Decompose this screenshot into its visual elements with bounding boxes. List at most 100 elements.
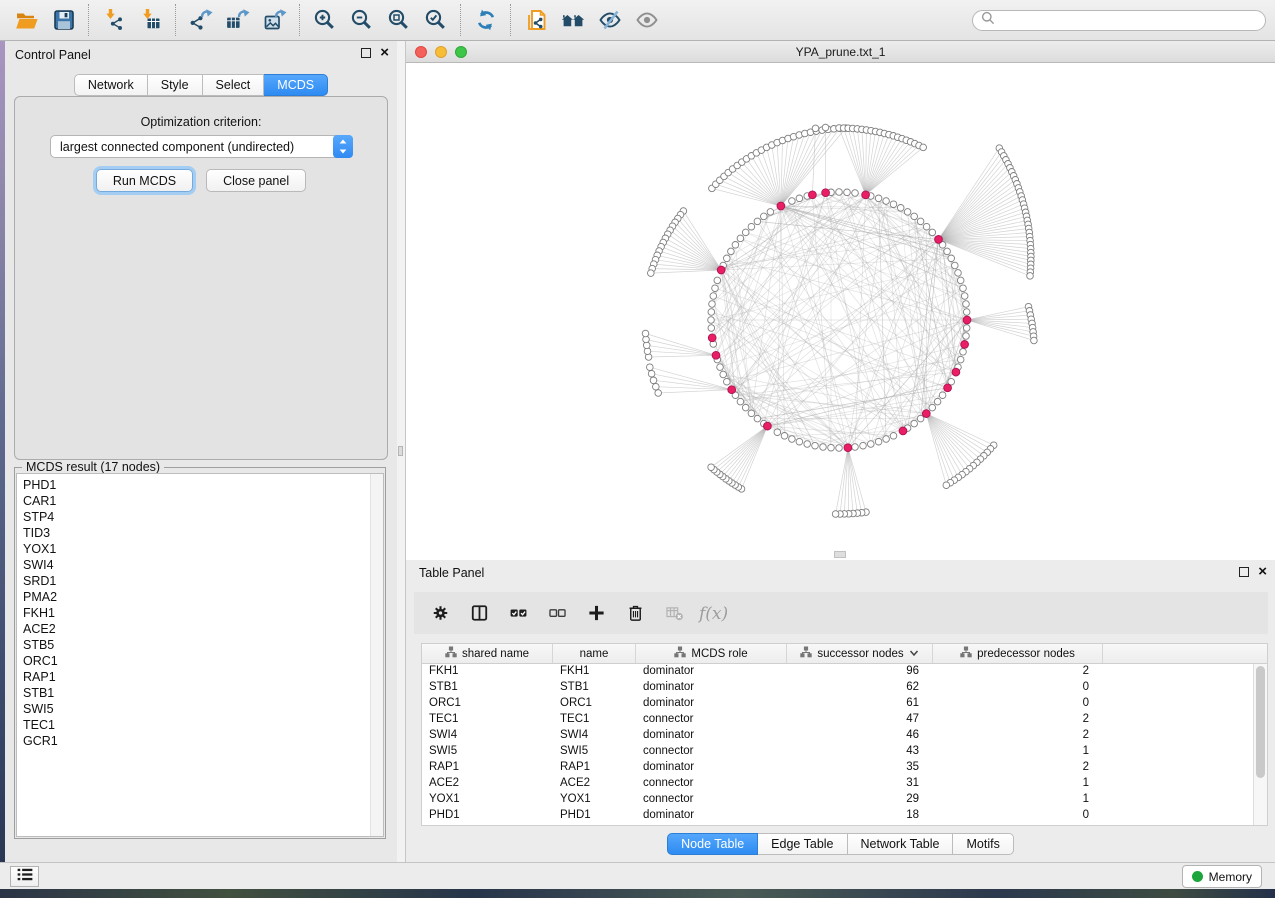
network-node[interactable] [883, 198, 890, 205]
network-node[interactable] [789, 436, 796, 443]
search-input[interactable] [1000, 14, 1257, 28]
mcds-node[interactable] [712, 351, 720, 359]
network-node[interactable] [920, 144, 927, 151]
network-node[interactable] [944, 248, 951, 255]
network-node[interactable] [860, 442, 867, 449]
network-node[interactable] [875, 195, 882, 202]
run-mcds-button[interactable]: Run MCDS [96, 169, 193, 192]
task-history-button[interactable] [10, 866, 39, 887]
memory-button[interactable]: Memory [1182, 865, 1262, 888]
network-node[interactable] [647, 364, 654, 371]
mcds-node[interactable] [944, 384, 952, 392]
network-node[interactable] [728, 248, 735, 255]
mcds-node[interactable] [935, 236, 943, 244]
mcds-node[interactable] [764, 422, 772, 430]
network-node[interactable] [761, 213, 768, 220]
network-node[interactable] [820, 444, 827, 451]
network-node[interactable] [957, 356, 964, 363]
network-node[interactable] [742, 229, 749, 236]
mcds-result-item[interactable]: RAP1 [23, 669, 383, 685]
mcds-result-item[interactable]: SRD1 [23, 573, 383, 589]
network-node[interactable] [708, 464, 715, 471]
export-table-icon[interactable] [219, 3, 256, 37]
network-node[interactable] [650, 377, 657, 384]
network-node[interactable] [890, 201, 897, 208]
mcds-result-item[interactable]: PMA2 [23, 589, 383, 605]
network-node[interactable] [732, 242, 739, 249]
network-node[interactable] [929, 404, 936, 411]
network-node[interactable] [836, 189, 843, 196]
network-node[interactable] [653, 383, 660, 390]
mcds-result-item[interactable]: STB1 [23, 685, 383, 701]
deselect-all-icon[interactable] [541, 597, 573, 629]
network-node[interactable] [1027, 273, 1034, 280]
network-node[interactable] [804, 441, 811, 448]
close-panel-icon[interactable] [380, 48, 389, 58]
network-node[interactable] [911, 213, 918, 220]
network-node[interactable] [897, 205, 904, 212]
float-panel-icon[interactable] [1239, 567, 1249, 577]
import-network-icon[interactable] [95, 3, 132, 37]
network-node[interactable] [712, 285, 719, 292]
splitter-handle[interactable] [398, 446, 403, 456]
network-node[interactable] [963, 309, 970, 316]
network-node[interactable] [796, 438, 803, 445]
zoom-in-icon[interactable] [306, 3, 343, 37]
network-node[interactable] [724, 255, 731, 262]
network-node[interactable] [917, 218, 924, 225]
table-scrollbar-thumb[interactable] [1256, 666, 1265, 778]
network-node[interactable] [844, 189, 851, 196]
network-node[interactable] [708, 325, 715, 332]
tab-edge-table[interactable]: Edge Table [758, 833, 847, 855]
preview-icon[interactable] [628, 3, 665, 37]
mcds-result-item[interactable]: YOX1 [23, 541, 383, 557]
columns-icon[interactable] [463, 597, 495, 629]
network-node[interactable] [737, 235, 744, 242]
network-node[interactable] [822, 124, 829, 131]
mcds-result-item[interactable]: SWI5 [23, 701, 383, 717]
table-row[interactable]: YOX1YOX1connector291 [422, 792, 1267, 808]
tab-mcds[interactable]: MCDS [264, 74, 328, 96]
network-node[interactable] [812, 125, 819, 132]
network-node[interactable] [748, 410, 755, 417]
scrollbar-track[interactable] [370, 474, 383, 836]
mcds-node[interactable] [822, 189, 830, 197]
export-image-icon[interactable] [256, 3, 293, 37]
import-table-icon[interactable] [132, 3, 169, 37]
mcds-node[interactable] [844, 444, 852, 452]
tab-select[interactable]: Select [203, 74, 265, 96]
float-panel-icon[interactable] [361, 48, 371, 58]
tab-motifs[interactable]: Motifs [953, 833, 1013, 855]
network-node[interactable] [911, 420, 918, 427]
network-node[interactable] [836, 445, 843, 452]
network-node[interactable] [789, 198, 796, 205]
network-node[interactable] [890, 433, 897, 440]
network-node[interactable] [963, 325, 970, 332]
network-node[interactable] [1031, 337, 1038, 344]
window-minimize-button[interactable] [435, 46, 447, 58]
table-row[interactable]: FKH1FKH1dominator962 [422, 664, 1267, 680]
vertical-splitter[interactable] [397, 41, 405, 862]
zoom-selected-icon[interactable] [417, 3, 454, 37]
network-node[interactable] [960, 349, 967, 356]
mcds-result-item[interactable]: TEC1 [23, 717, 383, 733]
network-node[interactable] [852, 444, 859, 451]
column-header-MCDS-role[interactable]: MCDS role [636, 644, 787, 663]
network-node[interactable] [781, 433, 788, 440]
column-header-successor-nodes[interactable]: successor nodes [787, 644, 933, 663]
mcds-node[interactable] [777, 202, 785, 210]
network-node[interactable] [943, 482, 950, 489]
table-row[interactable]: SWI4SWI4dominator462 [422, 728, 1267, 744]
network-node[interactable] [742, 404, 749, 411]
network-node[interactable] [960, 285, 967, 292]
mcds-result-item[interactable]: FKH1 [23, 605, 383, 621]
network-node[interactable] [852, 190, 859, 197]
network-node[interactable] [883, 436, 890, 443]
network-node[interactable] [832, 511, 839, 518]
show-panels-icon[interactable] [554, 3, 591, 37]
clone-network-icon[interactable] [517, 3, 554, 37]
network-node[interactable] [929, 229, 936, 236]
close-panel-button[interactable]: Close panel [206, 169, 306, 192]
mcds-result-item[interactable]: GCR1 [23, 733, 383, 749]
table-row[interactable]: TEC1TEC1connector472 [422, 712, 1267, 728]
